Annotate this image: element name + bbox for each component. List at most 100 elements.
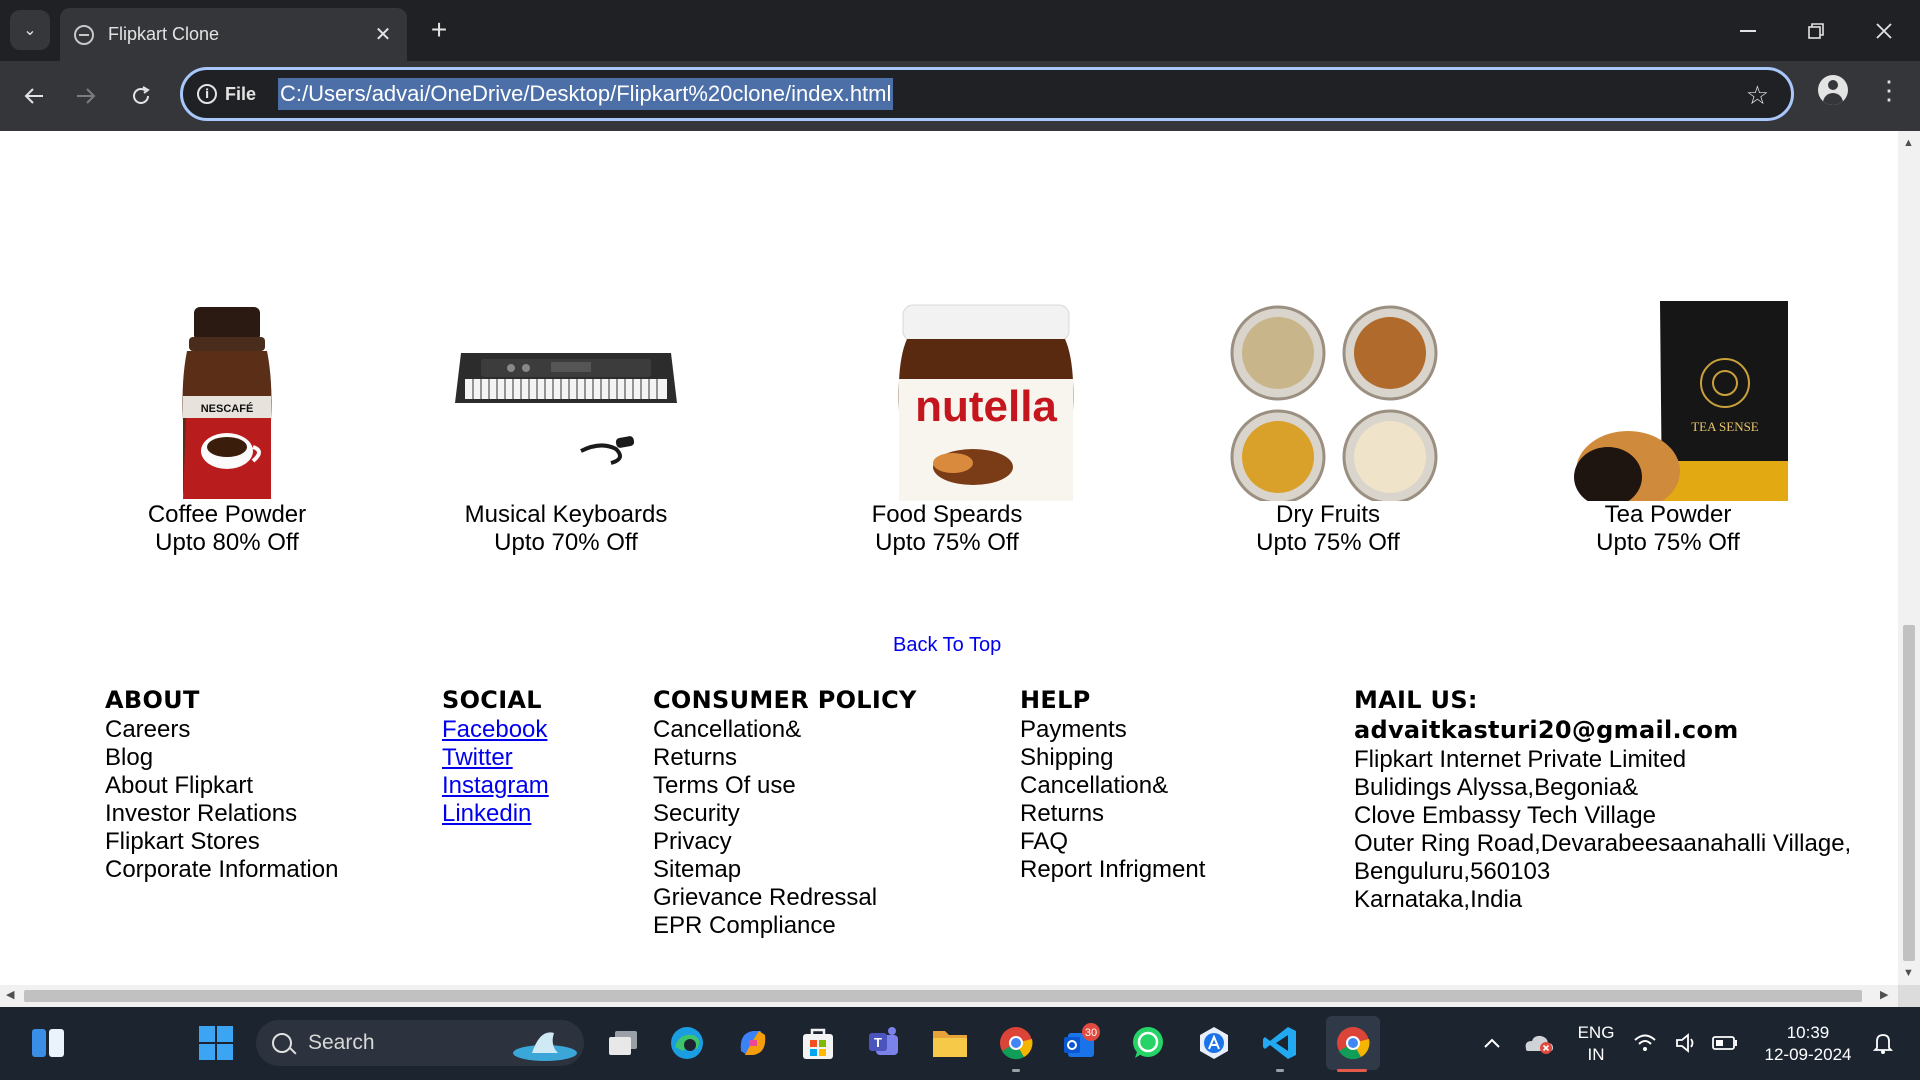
spread-jar-icon: nutella [777, 301, 1117, 501]
footer-item[interactable]: Flipkart Stores [105, 828, 338, 856]
product-offer: Upto 75% Off [1596, 529, 1740, 556]
close-icon [1876, 22, 1892, 39]
product-offer: Upto 70% Off [494, 529, 638, 556]
chrome-active-icon[interactable] [1326, 1016, 1380, 1070]
chrome-icon[interactable] [996, 1023, 1036, 1063]
footer-item[interactable]: Shipping [1020, 744, 1205, 772]
search-placeholder: Search [308, 1031, 375, 1054]
product-card[interactable]: TEA SENSE Tea Powder Upto 75% Off [1498, 301, 1838, 557]
product-card[interactable]: nutella Food Speards Upto 75% Off [777, 301, 1117, 557]
url-text[interactable]: C:/Users/advai/OneDrive/Desktop/Flipkart… [278, 78, 894, 110]
footer-item[interactable]: Corporate Information [105, 856, 338, 884]
outlook-icon[interactable]: 30 [1062, 1023, 1102, 1063]
file-explorer-icon[interactable] [930, 1023, 970, 1063]
product-name: Musical Keyboards [464, 501, 668, 528]
taskbar-search[interactable]: Search [256, 1020, 584, 1066]
twitter-link[interactable]: Twitter [442, 744, 549, 772]
footer-item[interactable]: FAQ [1020, 828, 1205, 856]
back-to-top-link[interactable]: Back To Top [893, 634, 1001, 657]
scrollbar-thumb[interactable] [24, 990, 1862, 1002]
bookmark-star-icon[interactable]: ☆ [1746, 80, 1769, 111]
reload-button[interactable] [119, 74, 163, 118]
clock-date: 12-09-2024 [1764, 1045, 1852, 1064]
instagram-link[interactable]: Instagram [442, 772, 549, 800]
start-windows-icon[interactable] [196, 1023, 236, 1063]
footer-item[interactable]: Careers [105, 716, 338, 744]
minimize-button[interactable] [1714, 0, 1782, 61]
close-window-button[interactable] [1850, 0, 1918, 61]
whatsapp-icon[interactable] [1128, 1023, 1168, 1063]
edge-icon[interactable] [667, 1023, 707, 1063]
footer-heading: HELP [1020, 686, 1091, 714]
linkedin-link[interactable]: Linkedin [442, 800, 549, 828]
product-card[interactable]: Dry Fruits Upto 75% Off [1158, 301, 1498, 557]
footer-item[interactable]: Report Infrigment [1020, 856, 1205, 884]
restore-button[interactable] [1782, 0, 1850, 61]
volume-icon[interactable] [1672, 1023, 1702, 1063]
menu-kebab-icon[interactable]: ⋮ [1876, 75, 1902, 106]
scrollbar-thumb[interactable] [1903, 625, 1915, 961]
footer-item[interactable]: Returns [1020, 800, 1205, 828]
footer-item[interactable]: Returns [653, 744, 917, 772]
notification-badge: 30 [1085, 1027, 1097, 1039]
scrollbar-corner [1898, 985, 1920, 1007]
notification-bell-icon[interactable] [1870, 1023, 1896, 1063]
copilot-icon[interactable] [733, 1023, 773, 1063]
footer-item[interactable]: Investor Relations [105, 800, 338, 828]
footer-item[interactable]: EPR Compliance [653, 912, 917, 940]
widgets-icon[interactable] [28, 1023, 68, 1063]
wifi-icon[interactable] [1630, 1023, 1660, 1063]
footer-item[interactable]: Payments [1020, 716, 1205, 744]
horizontal-scrollbar[interactable]: ◀ ▶ [0, 985, 1898, 1007]
browser-tab[interactable]: Flipkart Clone ✕ [60, 8, 407, 61]
product-card[interactable]: NESCAFÉ Coffee Powder Upto 80% Off [57, 301, 397, 557]
forward-button[interactable] [64, 74, 108, 118]
browser-toolbar: i File C:/Users/advai/OneDrive/Desktop/F… [0, 61, 1920, 131]
profile-avatar-icon[interactable] [1818, 75, 1848, 105]
footer-heading: ABOUT [105, 686, 200, 714]
search-icon [272, 1033, 292, 1053]
footer-item[interactable]: Privacy [653, 828, 917, 856]
scroll-up-arrow-icon[interactable]: ▲ [1903, 137, 1914, 149]
clock[interactable]: 10:39 12-09-2024 [1758, 1022, 1858, 1066]
footer-item[interactable]: Cancellation& [653, 716, 917, 744]
scroll-left-arrow-icon[interactable]: ◀ [6, 988, 14, 1001]
site-info-chip[interactable]: i File [197, 76, 270, 112]
footer-item[interactable]: Blog [105, 744, 338, 772]
tab-close-icon[interactable]: ✕ [373, 22, 393, 47]
footer-mail: MAIL US: advaitkasturi20@gmail.com Flipk… [1354, 686, 1851, 914]
arrow-right-icon [77, 88, 96, 104]
task-view-icon[interactable] [603, 1023, 643, 1063]
footer-item[interactable]: Sitemap [653, 856, 917, 884]
vscode-icon[interactable] [1260, 1023, 1300, 1063]
back-button[interactable] [12, 74, 56, 118]
footer-item[interactable]: Cancellation& [1020, 772, 1205, 800]
scroll-right-arrow-icon[interactable]: ▶ [1880, 988, 1888, 1001]
battery-icon[interactable] [1710, 1023, 1740, 1063]
vertical-scrollbar[interactable]: ▲ ▼ [1898, 131, 1920, 985]
address-bar[interactable]: i File C:/Users/advai/OneDrive/Desktop/F… [180, 67, 1794, 121]
taskbar: Search T 30 ENG IN 10:39 12-09-2024 [0, 1007, 1920, 1080]
product-offer: Upto 75% Off [1256, 529, 1400, 556]
microsoft-store-icon[interactable] [798, 1023, 838, 1063]
active-indicator [1337, 1069, 1367, 1072]
product-card[interactable]: Musical Keyboards Upto 70% Off [396, 301, 736, 557]
facebook-link[interactable]: Facebook [442, 716, 549, 744]
footer-item[interactable]: About Flipkart [105, 772, 338, 800]
svg-text:NESCAFÉ: NESCAFÉ [201, 402, 254, 415]
chevron-up-icon[interactable] [1472, 1023, 1512, 1063]
scroll-down-arrow-icon[interactable]: ▼ [1903, 967, 1914, 979]
onedrive-error-icon[interactable] [1518, 1023, 1558, 1063]
tab-search-button[interactable]: ⌄ [10, 10, 50, 50]
footer-item[interactable]: Security [653, 800, 917, 828]
new-tab-button[interactable]: + [424, 14, 454, 46]
teams-icon[interactable]: T [864, 1023, 904, 1063]
search-highlight-icon [513, 1032, 577, 1061]
language-indicator[interactable]: ENG IN [1576, 1022, 1616, 1066]
footer-item[interactable]: Terms Of use [653, 772, 917, 800]
dry-fruits-icon [1218, 301, 1438, 505]
address-line: Benguluru,560103 [1354, 858, 1551, 885]
footer-item[interactable]: Grievance Redressal [653, 884, 917, 912]
product-offer: Upto 80% Off [155, 529, 299, 556]
app-store-icon[interactable] [1194, 1023, 1234, 1063]
